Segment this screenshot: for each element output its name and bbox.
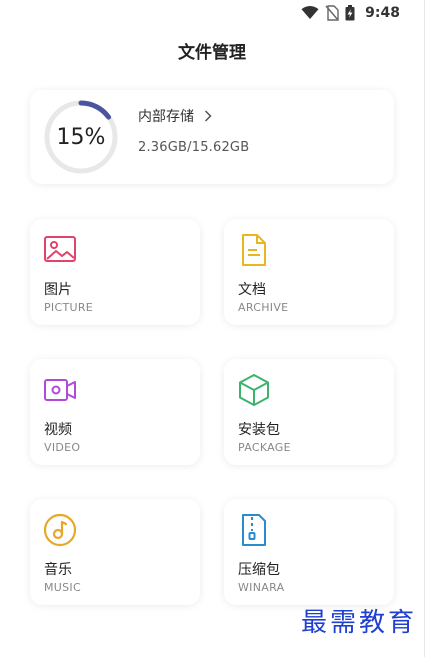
watermark-text: 最需教育 — [300, 608, 417, 638]
category-label: 压缩包 — [238, 562, 280, 578]
video-icon — [44, 379, 76, 401]
chevron-right-icon — [204, 110, 212, 122]
category-zip[interactable]: 压缩包 WINARA — [224, 499, 394, 605]
status-bar: 9:48 — [301, 0, 400, 26]
category-label: 文档 — [238, 282, 266, 298]
category-label: 视频 — [44, 422, 72, 438]
storage-name: 内部存储 — [138, 109, 194, 125]
category-sublabel: ARCHIVE — [238, 301, 289, 314]
picture-icon — [44, 236, 76, 262]
category-sublabel: PACKAGE — [238, 441, 291, 454]
internal-storage-card[interactable]: 15% 内部存储 2.36GB/15.62GB — [30, 90, 394, 184]
category-sublabel: VIDEO — [44, 441, 81, 454]
category-package[interactable]: 安装包 PACKAGE — [224, 359, 394, 465]
page-title: 文件管理 — [178, 43, 246, 63]
no-sim-icon — [325, 5, 339, 21]
category-music[interactable]: 音乐 MUSIC — [30, 499, 200, 605]
category-picture[interactable]: 图片 PICTURE — [30, 219, 200, 325]
storage-usage: 2.36GB/15.62GB — [138, 140, 250, 155]
wifi-icon — [301, 6, 319, 19]
storage-name-link[interactable]: 内部存储 — [138, 106, 212, 126]
document-icon — [242, 234, 266, 266]
category-video[interactable]: 视频 VIDEO — [30, 359, 200, 465]
storage-percent: 15% — [56, 124, 106, 150]
package-icon — [239, 374, 269, 406]
category-archive[interactable]: 文档 ARCHIVE — [224, 219, 394, 325]
file-manager-screen: 9:48 文件管理 15% 内部存储 2.36GB/15.62GB 图片 PIC… — [0, 0, 425, 657]
status-time: 9:48 — [365, 5, 400, 21]
category-sublabel: WINARA — [238, 581, 285, 594]
category-label: 安装包 — [238, 422, 280, 438]
battery-charging-icon — [345, 5, 355, 21]
zip-icon — [242, 514, 266, 546]
category-label: 图片 — [44, 282, 72, 298]
category-sublabel: PICTURE — [44, 301, 94, 314]
music-icon — [43, 513, 77, 547]
category-label: 音乐 — [44, 562, 72, 578]
category-sublabel: MUSIC — [44, 581, 81, 594]
